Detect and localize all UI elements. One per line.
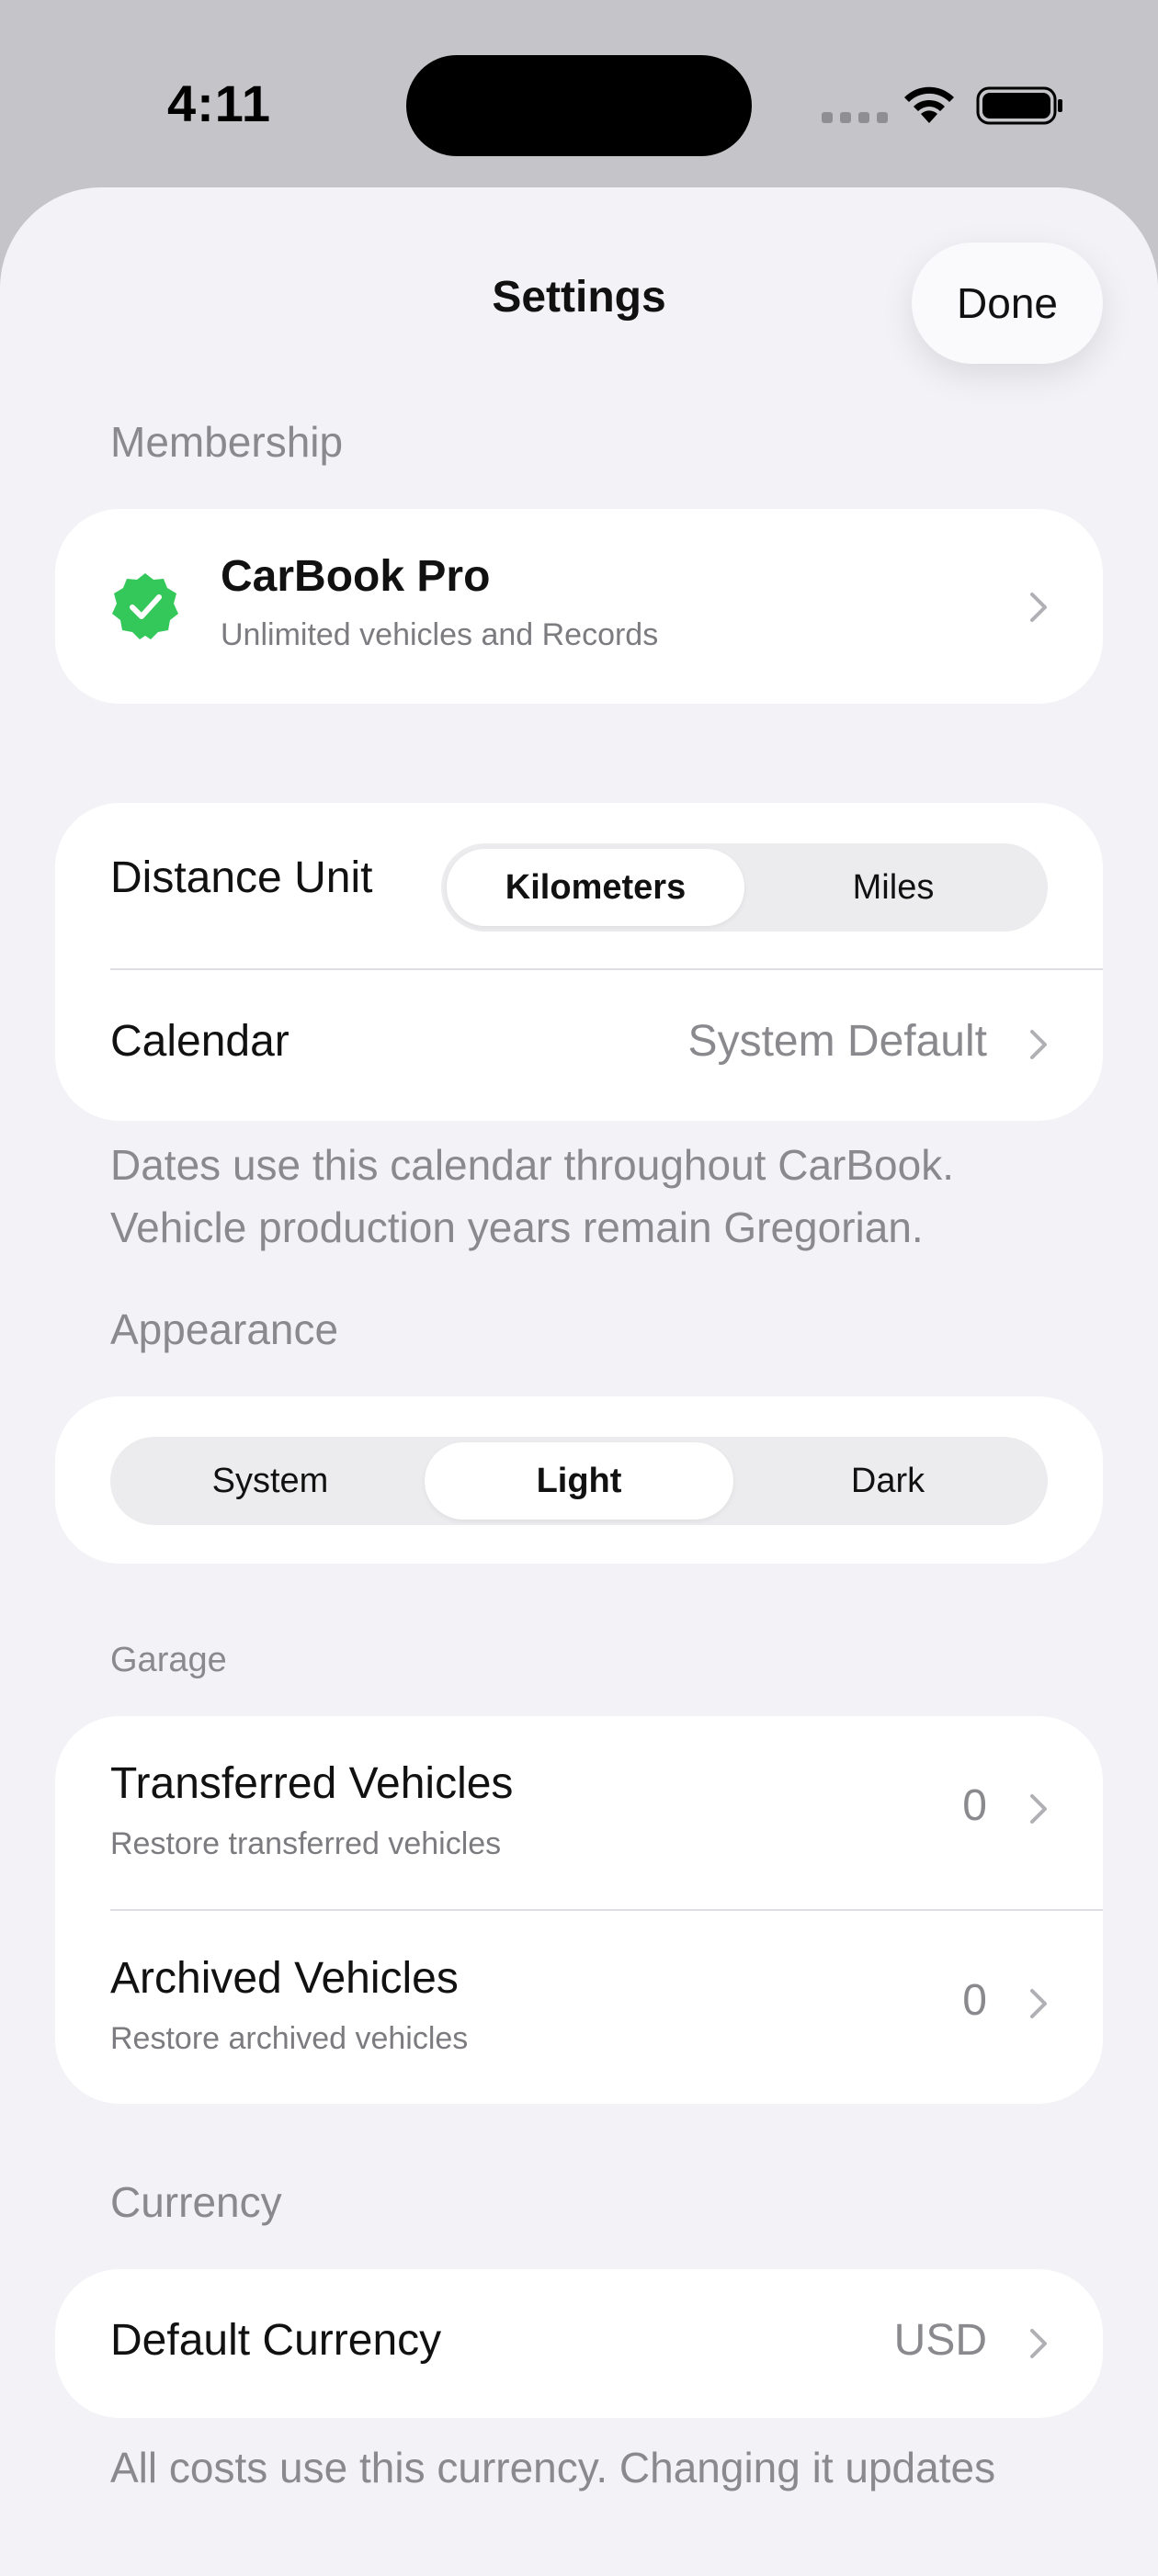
- garage-section-label: Garage: [110, 1641, 227, 1679]
- default-currency-row[interactable]: Default Currency USD: [55, 2269, 1103, 2418]
- membership-row[interactable]: CarBook Pro Unlimited vehicles and Recor…: [55, 509, 1103, 704]
- done-button[interactable]: Done: [912, 243, 1103, 364]
- default-currency-label: Default Currency: [110, 2316, 442, 2365]
- distance-unit-segmented-control: Kilometers Miles: [441, 843, 1048, 932]
- wifi-icon: [904, 86, 954, 123]
- archived-vehicles-count: 0: [962, 1976, 987, 2025]
- currency-section-label: Currency: [110, 2178, 282, 2226]
- segment-system[interactable]: System: [116, 1442, 425, 1520]
- membership-plan-description: Unlimited vehicles and Records: [221, 617, 659, 652]
- units-card: Distance Unit Kilometers Miles Calendar …: [55, 803, 1103, 1121]
- garage-card: Transferred Vehicles Restore transferred…: [55, 1716, 1103, 2104]
- chevron-right-icon: [1029, 2328, 1048, 2359]
- verified-badge-icon: [112, 573, 178, 639]
- transferred-vehicles-row[interactable]: Transferred Vehicles Restore transferred…: [55, 1716, 1103, 1909]
- membership-plan-name: CarBook Pro: [221, 552, 491, 601]
- default-currency-value: USD: [893, 2316, 987, 2365]
- archived-vehicles-title: Archived Vehicles: [110, 1954, 459, 2003]
- dynamic-island: [406, 55, 752, 156]
- calendar-value: System Default: [687, 1017, 987, 1066]
- chevron-right-icon: [1029, 1029, 1048, 1060]
- transferred-vehicles-subtitle: Restore transferred vehicles: [110, 1826, 502, 1861]
- distance-unit-label: Distance Unit: [110, 853, 373, 902]
- segment-dark[interactable]: Dark: [733, 1442, 1042, 1520]
- status-bar: 4:11: [0, 0, 1158, 184]
- calendar-footnote: Dates use this calendar throughout CarBo…: [110, 1141, 954, 1251]
- appearance-section-label: Appearance: [110, 1305, 339, 1353]
- currency-footnote: All costs use this currency. Changing it…: [110, 2444, 996, 2491]
- battery-icon: [976, 86, 1062, 125]
- segment-light[interactable]: Light: [425, 1442, 733, 1520]
- chevron-right-icon: [1029, 592, 1048, 623]
- transferred-vehicles-title: Transferred Vehicles: [110, 1759, 514, 1808]
- appearance-card: System Light Dark: [55, 1396, 1103, 1564]
- cellular-signal-icon: [822, 112, 888, 123]
- membership-section-label: Membership: [110, 418, 344, 466]
- settings-sheet: Settings Done Membership CarBook Pro Unl…: [0, 187, 1158, 2576]
- status-time: 4:11: [167, 74, 271, 132]
- calendar-label: Calendar: [110, 1017, 290, 1066]
- segment-kilometers[interactable]: Kilometers: [447, 849, 744, 926]
- archived-vehicles-row[interactable]: Archived Vehicles Restore archived vehic…: [55, 1911, 1103, 2104]
- appearance-segmented-control: System Light Dark: [110, 1437, 1048, 1525]
- chevron-right-icon: [1029, 1793, 1048, 1825]
- archived-vehicles-subtitle: Restore archived vehicles: [110, 2021, 469, 2056]
- chevron-right-icon: [1029, 1988, 1048, 2019]
- transferred-vehicles-count: 0: [962, 1781, 987, 1830]
- segment-miles[interactable]: Miles: [744, 849, 1042, 926]
- calendar-row[interactable]: Calendar System Default: [55, 970, 1103, 1121]
